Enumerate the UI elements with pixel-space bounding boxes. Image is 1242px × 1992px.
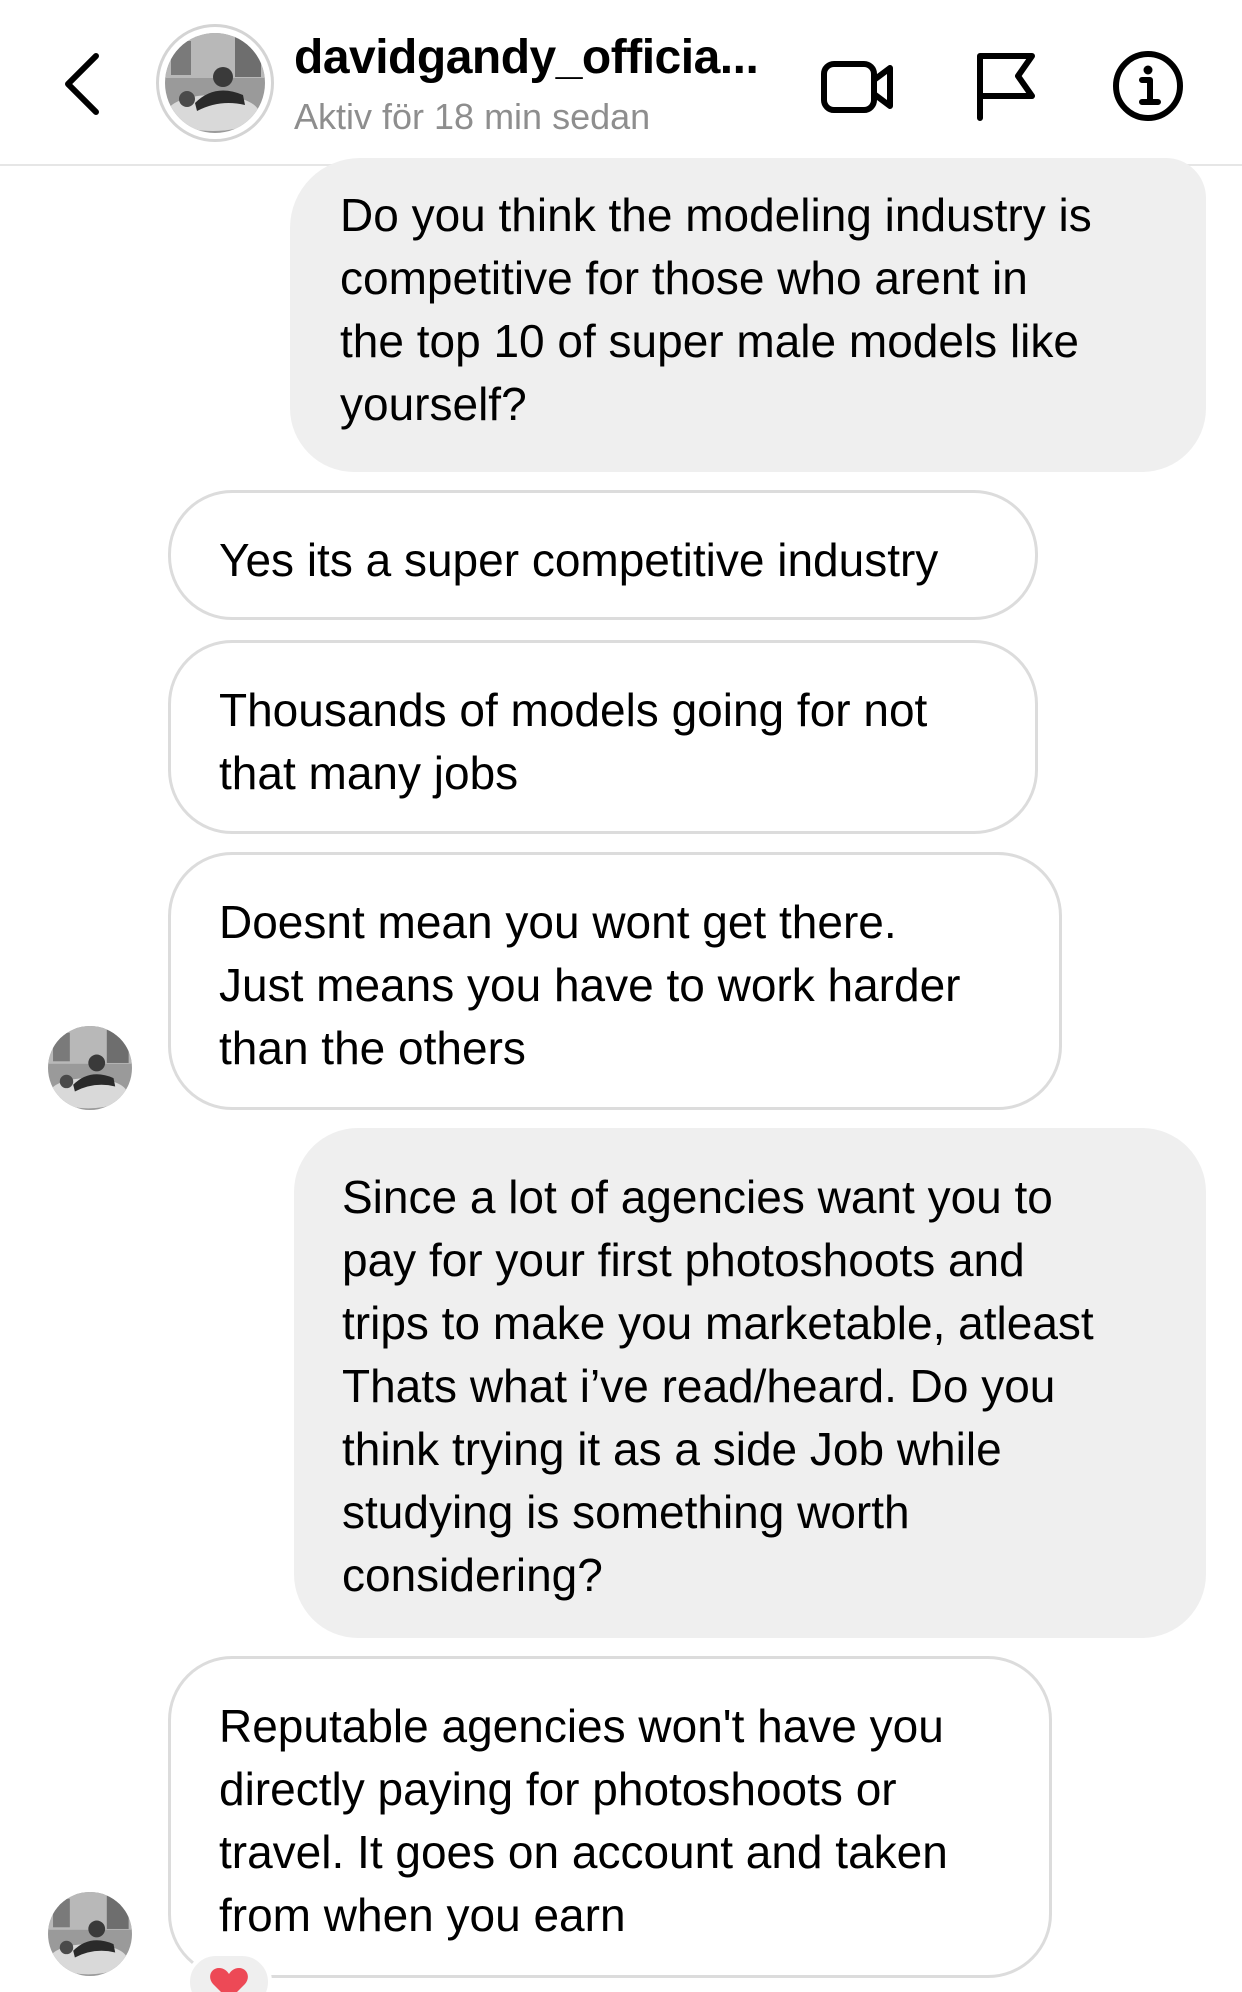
video-camera-icon	[821, 61, 893, 113]
avatar-image	[165, 33, 265, 133]
message-bubble-received[interactable]: Yes its a super competitive industry	[168, 490, 1038, 620]
avatar-image	[48, 1026, 132, 1110]
message-bubble-received[interactable]: Thousands of models going for not that m…	[168, 640, 1038, 834]
conversation-info-button[interactable]	[1108, 46, 1188, 126]
active-status: Aktiv för 18 min sedan	[294, 96, 651, 137]
chat-username[interactable]: davidgandy_officia...	[294, 30, 758, 85]
flag-icon	[977, 53, 1035, 121]
info-icon	[1113, 51, 1183, 121]
chat-header: davidgandy_officia... Aktiv för 18 min s…	[0, 0, 1242, 166]
chevron-left-icon	[65, 53, 99, 115]
message-bubble-sent[interactable]: Since a lot of agencies want you to pay …	[294, 1128, 1206, 1638]
report-button[interactable]	[966, 46, 1046, 126]
message-reaction[interactable]	[186, 1952, 272, 1992]
back-button[interactable]	[52, 44, 122, 124]
video-call-button[interactable]	[818, 46, 898, 126]
sender-avatar[interactable]	[48, 1026, 132, 1110]
profile-avatar[interactable]	[156, 24, 274, 142]
sender-avatar[interactable]	[48, 1892, 132, 1976]
heart-icon	[210, 1968, 248, 1992]
avatar-image	[48, 1892, 132, 1976]
message-bubble-received[interactable]: Reputable agencies won't have you direct…	[168, 1656, 1052, 1978]
message-bubble-received[interactable]: Doesnt mean you wont get there. Just mea…	[168, 852, 1062, 1110]
dm-conversation-screen: davidgandy_officia... Aktiv för 18 min s…	[0, 0, 1242, 1992]
message-bubble-sent[interactable]: Do you think the modeling industry is co…	[290, 158, 1206, 472]
